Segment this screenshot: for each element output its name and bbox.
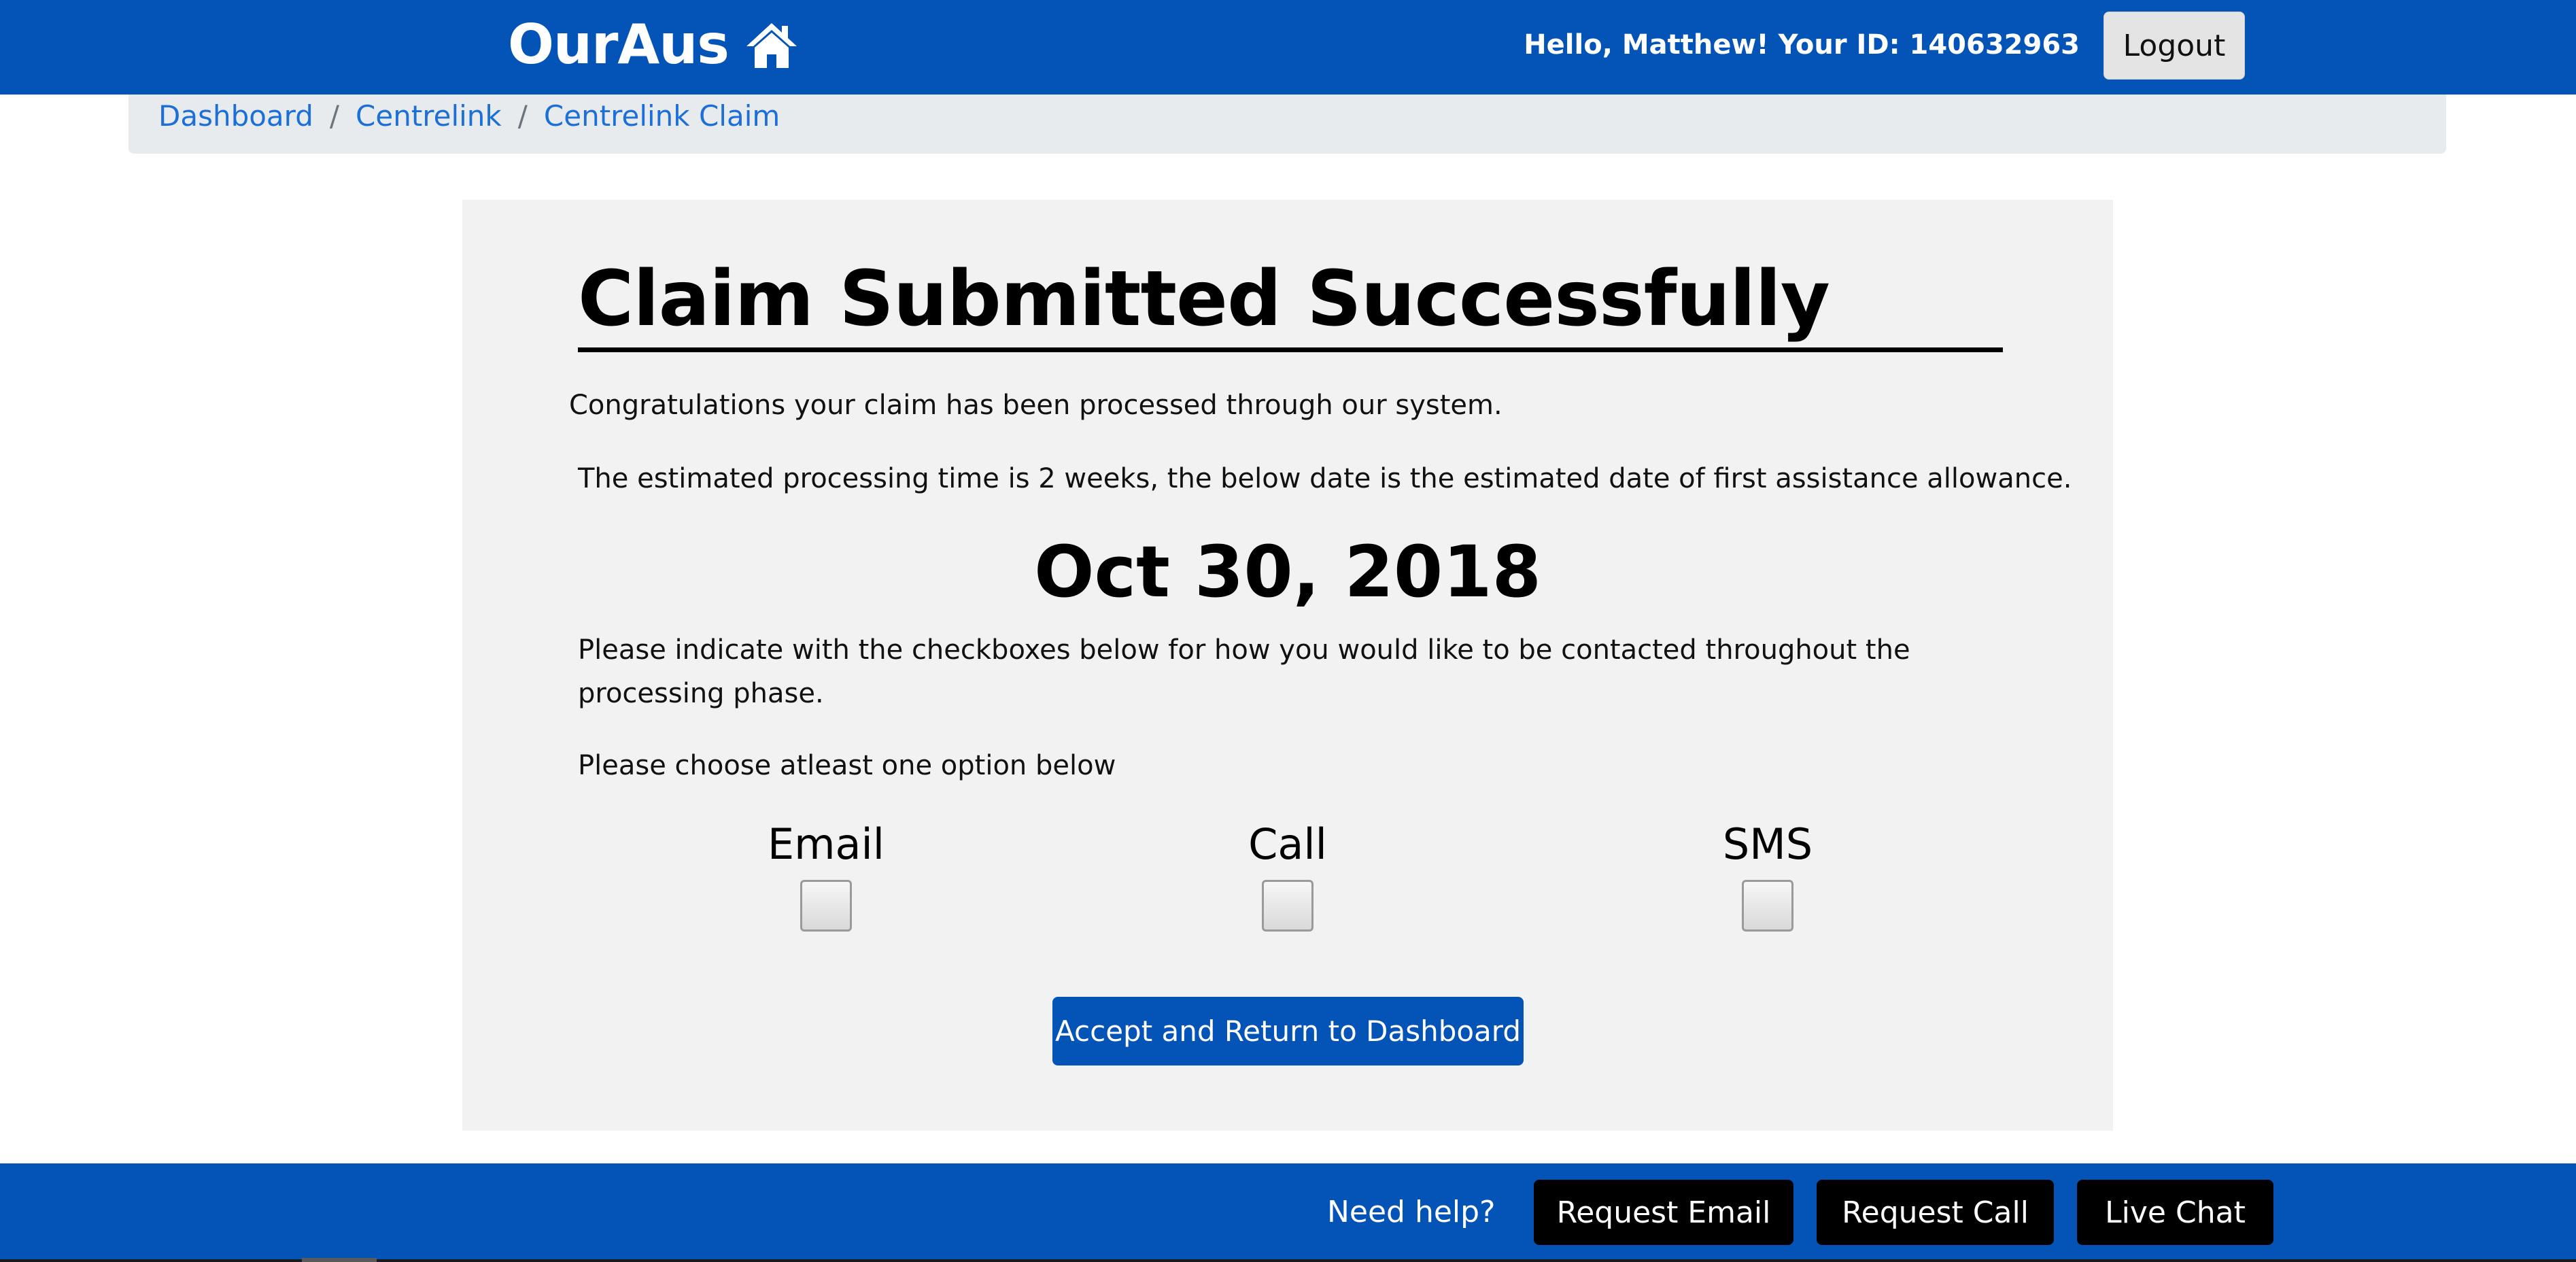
- contact-option-sms: SMS: [1666, 816, 1870, 932]
- claim-confirmation-panel: Claim Submitted Successfully Congratulat…: [462, 200, 2113, 1131]
- request-call-button[interactable]: Request Call: [1817, 1180, 2054, 1245]
- brand-name: OurAus: [508, 13, 729, 76]
- sms-checkbox[interactable]: [1742, 880, 1793, 932]
- page-title: Claim Submitted Successfully: [578, 255, 1830, 343]
- home-icon: [746, 23, 797, 68]
- contact-instructions: Please indicate with the checkboxes belo…: [578, 634, 1910, 709]
- need-help-text: Need help?: [1327, 1195, 1496, 1229]
- breadcrumb-separator: /: [517, 99, 528, 133]
- email-option-label: Email: [767, 819, 885, 869]
- user-greeting: Hello, Matthew! Your ID: 140632963: [1524, 29, 2080, 61]
- footer-bottom-edge: [0, 1259, 2576, 1262]
- logout-button[interactable]: Logout: [2103, 12, 2245, 80]
- estimated-payment-date: Oct 30, 2018: [1034, 530, 1541, 613]
- choose-option-text: Please choose atleast one option below: [578, 750, 1116, 781]
- request-email-button[interactable]: Request Email: [1534, 1180, 1793, 1245]
- call-checkbox[interactable]: [1262, 880, 1313, 932]
- horizontal-scrollbar-thumb[interactable]: [302, 1258, 377, 1262]
- brand-logo[interactable]: OurAus: [508, 11, 800, 79]
- call-option-label: Call: [1248, 819, 1327, 869]
- contact-option-call: Call: [1186, 816, 1390, 932]
- breadcrumb-centrelink-claim[interactable]: Centrelink Claim: [544, 99, 780, 133]
- breadcrumb-dashboard[interactable]: Dashboard: [158, 99, 313, 133]
- contact-option-email: Email: [724, 816, 928, 932]
- title-divider: [578, 347, 2003, 352]
- processing-time-text: The estimated processing time is 2 weeks…: [578, 463, 2072, 494]
- breadcrumb: Dashboard / Centrelink / Centrelink Clai…: [128, 95, 2446, 154]
- footer-bar: Need help? Request Email Request Call Li…: [0, 1163, 2576, 1262]
- top-navbar: OurAus Hello, Matthew! Your ID: 14063296…: [0, 0, 2576, 95]
- email-checkbox[interactable]: [800, 880, 852, 932]
- live-chat-button[interactable]: Live Chat: [2077, 1180, 2273, 1245]
- congratulations-text: Congratulations your claim has been proc…: [569, 390, 1502, 421]
- breadcrumb-separator: /: [329, 99, 340, 133]
- breadcrumb-centrelink[interactable]: Centrelink: [356, 99, 502, 133]
- accept-return-dashboard-button[interactable]: Accept and Return to Dashboard: [1052, 997, 1524, 1065]
- sms-option-label: SMS: [1722, 819, 1813, 869]
